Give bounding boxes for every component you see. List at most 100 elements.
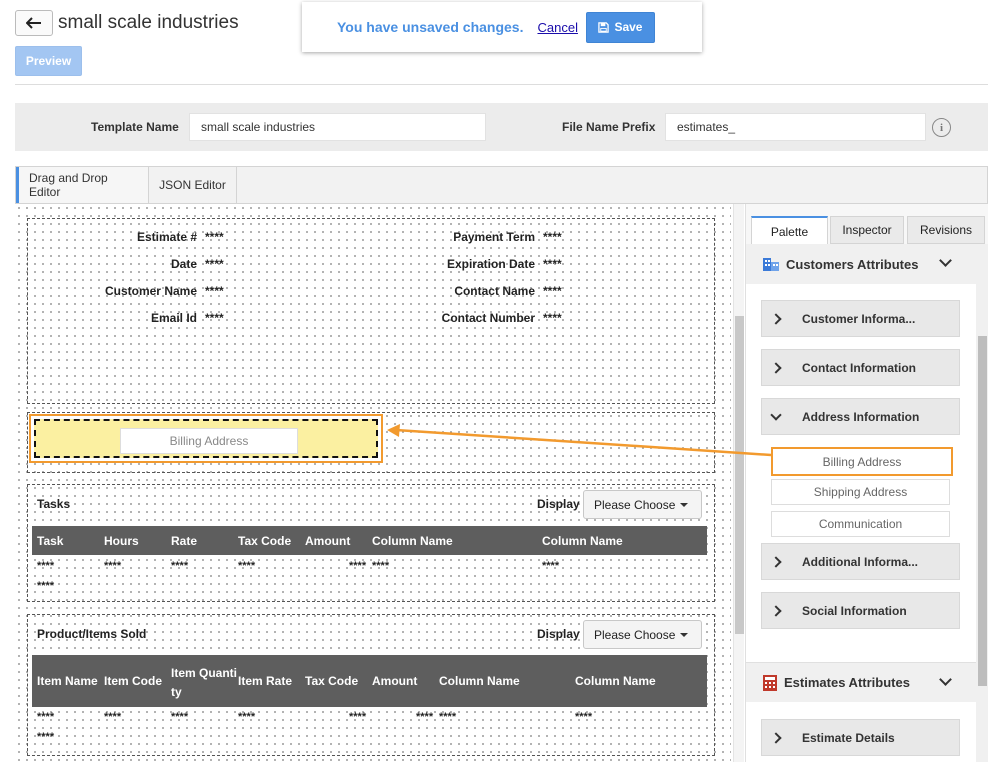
billing-address-draggable[interactable]: Billing Address [771, 447, 953, 476]
canvas-scrollbar-thumb[interactable] [735, 316, 744, 634]
field-label: Payment Term [453, 230, 535, 244]
back-button[interactable] [15, 10, 53, 36]
palette-item-label: Additional Informa... [802, 554, 918, 569]
table-cell: **** [171, 560, 189, 572]
caret-down-icon [680, 632, 689, 637]
chevron-right-icon [770, 361, 782, 374]
field-label: Date [170, 257, 197, 271]
field-value: **** [543, 311, 562, 325]
palette-item-social-information[interactable]: Social Information [761, 592, 960, 629]
chevron-down-icon [939, 673, 952, 686]
column-header: Tax Code [305, 674, 359, 688]
table-cell: **** [37, 580, 55, 592]
building-icon [763, 258, 779, 271]
billing-address-placeholder[interactable]: Billing Address [120, 428, 298, 454]
unsaved-message: You have unsaved changes. [337, 19, 524, 35]
palette-item-label: Customer Informa... [802, 311, 916, 326]
calculator-icon [763, 674, 777, 691]
template-name-input[interactable]: small scale industries [189, 113, 486, 141]
tab-json-editor[interactable]: JSON Editor [149, 167, 237, 203]
field-label: Email Id [150, 311, 197, 325]
save-label: Save [614, 20, 643, 34]
template-name-label: Template Name [91, 120, 179, 134]
page-title: small scale industries [58, 12, 239, 33]
palette-item-customer-information[interactable]: Customer Informa... [761, 300, 960, 337]
palette-item-additional-information[interactable]: Additional Informa... [761, 543, 960, 580]
file-prefix-label: File Name Prefix [562, 120, 656, 134]
table-cell: **** [349, 711, 367, 723]
field-label: Customer Name [104, 284, 197, 298]
column-header: Column Name [372, 534, 453, 548]
products-title: Product/Items Sold [37, 627, 147, 641]
products-table-header: Item Name Item Code Item Quantity Item R… [32, 655, 707, 707]
field-value: **** [543, 284, 562, 298]
customers-attributes-title: Customers Attributes [786, 256, 919, 272]
palette-item-label: Estimate Details [802, 730, 895, 745]
tasks-table-header: Task Hours Rate Tax Code Amount Column N… [32, 526, 707, 555]
tasks-title: Tasks [37, 497, 71, 511]
floppy-disk-icon [598, 21, 610, 33]
shipping-address-draggable[interactable]: Shipping Address [771, 479, 950, 505]
field-value: **** [205, 230, 224, 244]
info-icon[interactable]: i [932, 118, 951, 137]
palette-scrollbar[interactable] [976, 244, 988, 762]
field-value: **** [543, 257, 562, 271]
estimates-attributes-title: Estimates Attributes [784, 675, 910, 690]
unsaved-changes-bar: You have unsaved changes. Cancel Save [302, 2, 702, 52]
table-cell: **** [439, 711, 457, 723]
tab-inspector[interactable]: Inspector [830, 216, 904, 244]
customers-attributes-header[interactable]: Customers Attributes [746, 244, 976, 284]
table-cell: **** [37, 560, 55, 572]
tab-revisions[interactable]: Revisions [907, 216, 985, 244]
template-canvas[interactable]: Estimate # **** Date **** Customer Name … [15, 204, 731, 762]
header-divider [15, 84, 988, 85]
table-cell: **** [416, 711, 434, 723]
tab-palette[interactable]: Palette [751, 216, 828, 246]
chevron-right-icon [770, 555, 782, 568]
chevron-right-icon [770, 604, 782, 617]
palette-item-estimate-details[interactable]: Estimate Details [761, 719, 960, 756]
tasks-display-dropdown[interactable]: Please Choose [583, 490, 702, 519]
template-settings-bar: Template Name small scale industries Fil… [15, 103, 988, 151]
field-label: Estimate # [136, 230, 197, 244]
dropdown-label: Please Choose [594, 627, 676, 642]
products-display-dropdown[interactable]: Please Choose [583, 620, 702, 649]
table-cell: **** [542, 560, 560, 572]
preview-button[interactable]: Preview [15, 46, 82, 76]
chevron-down-icon [939, 254, 952, 267]
field-label: Contact Name [454, 284, 535, 298]
palette-item-address-information[interactable]: Address Information [761, 398, 960, 435]
tab-drag-drop-editor[interactable]: Drag and Drop Editor [16, 167, 149, 203]
drop-target[interactable]: Billing Address [34, 419, 378, 458]
table-cell: **** [238, 711, 256, 723]
table-cell: **** [575, 711, 593, 723]
tasks-display-label: Display [537, 497, 580, 511]
column-header: Item Quantity [171, 666, 238, 699]
field-value: **** [205, 284, 224, 298]
column-header: Item Code [104, 674, 163, 688]
column-header: Column Name [542, 534, 623, 548]
column-header: Amount [372, 674, 418, 688]
table-cell: **** [104, 711, 122, 723]
field-value: **** [543, 230, 562, 244]
column-header: Item Rate [238, 674, 293, 688]
cancel-link[interactable]: Cancel [537, 20, 577, 35]
billing-address-drop-zone[interactable]: Billing Address [29, 414, 383, 463]
canvas-scrollbar[interactable] [733, 204, 744, 762]
communication-draggable[interactable]: Communication [771, 511, 950, 537]
dropdown-label: Please Choose [594, 497, 676, 512]
field-label: Expiration Date [446, 257, 535, 271]
field-value: **** [205, 257, 224, 271]
palette-item-label: Address Information [802, 409, 920, 424]
column-header: Item Name [37, 674, 98, 688]
file-prefix-input[interactable]: estimates_ [665, 113, 926, 141]
field-value: **** [205, 311, 224, 325]
column-header: Amount [305, 534, 351, 548]
column-header: Hours [104, 534, 139, 548]
save-button[interactable]: Save [585, 11, 655, 43]
column-header: Tax Code [238, 534, 292, 548]
table-cell: **** [104, 560, 122, 572]
palette-scrollbar-thumb[interactable] [978, 336, 987, 686]
palette-item-contact-information[interactable]: Contact Information [761, 349, 960, 386]
estimates-attributes-header[interactable]: Estimates Attributes [746, 662, 976, 702]
